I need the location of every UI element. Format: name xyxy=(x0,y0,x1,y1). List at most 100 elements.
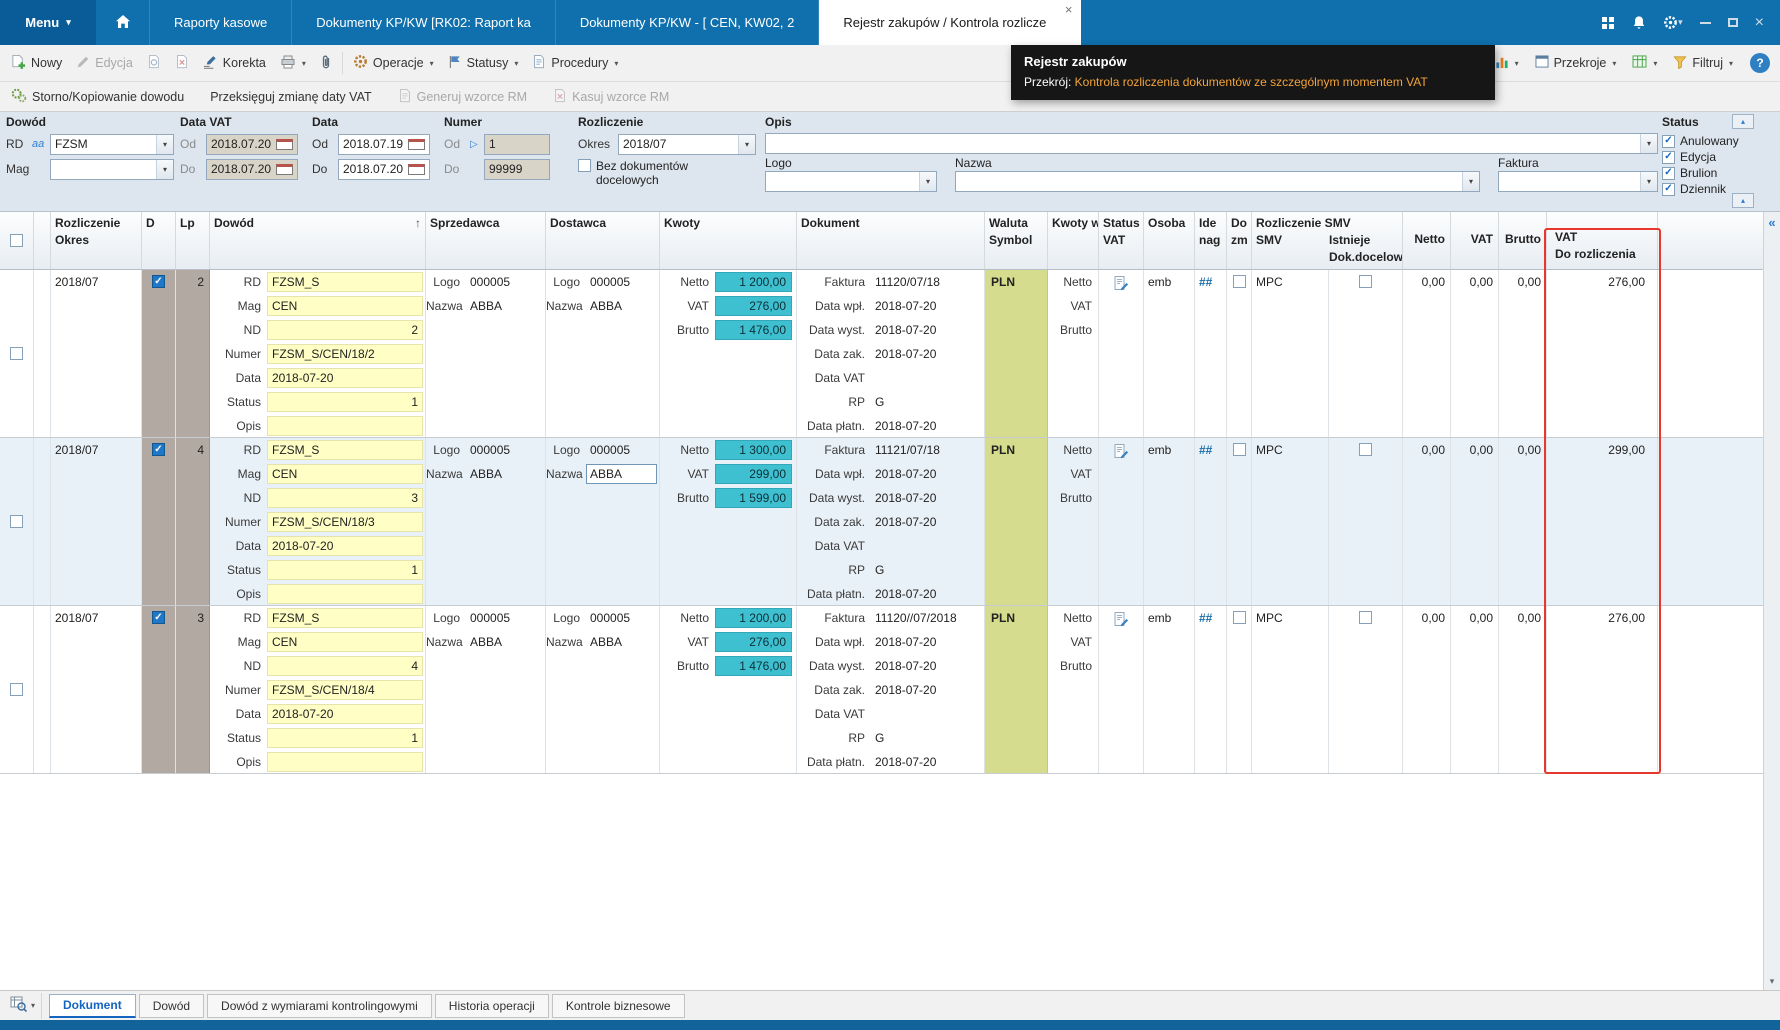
d-checkbox[interactable] xyxy=(152,611,165,624)
select-all-checkbox[interactable] xyxy=(10,234,23,247)
minimize-button[interactable] xyxy=(1699,0,1711,45)
nowy-button[interactable]: Nowy xyxy=(4,50,69,77)
statusy-button[interactable]: Statusy ▾ xyxy=(441,50,526,77)
istnieje-checkbox[interactable] xyxy=(1359,275,1372,288)
calendar-icon[interactable] xyxy=(276,138,293,150)
opis-combo[interactable]: ▾ xyxy=(765,133,1658,154)
rd-combo[interactable]: FZSM ▾ xyxy=(50,133,174,155)
mag-combo[interactable]: ▾ xyxy=(50,158,174,180)
col-osoba[interactable]: Osoba xyxy=(1144,212,1195,269)
przekroje-button[interactable]: Przekroje ▾ xyxy=(1528,50,1624,77)
anulowany-checkbox[interactable] xyxy=(1662,134,1675,148)
chevron-down-icon[interactable]: ▾ xyxy=(1640,172,1657,191)
opis-value[interactable] xyxy=(267,416,423,436)
tab-dowod-z-wymiarami[interactable]: Dowód z wymiarami kontrolingowymi xyxy=(207,993,432,1018)
bez-dokumentow-checkbox[interactable] xyxy=(578,159,591,172)
rd-value[interactable]: FZSM_S xyxy=(267,608,423,628)
edycja-button[interactable]: Edycja xyxy=(69,50,140,77)
col-status-vat[interactable]: Status VAT xyxy=(1099,212,1144,269)
numer-do-input[interactable]: 99999 xyxy=(484,158,550,180)
kasuj-wzorce-button[interactable]: Kasuj wzorce RM xyxy=(546,83,676,110)
numer-value[interactable]: FZSM_S/CEN/18/4 xyxy=(267,680,423,700)
storno-button[interactable]: Storno/Kopiowanie dowodu xyxy=(4,83,191,110)
row-select-checkbox[interactable] xyxy=(10,347,23,360)
chevron-down-icon[interactable]: ▾ xyxy=(1462,172,1479,191)
status-value[interactable]: 1 xyxy=(267,728,423,748)
attachments-button[interactable] xyxy=(313,50,339,77)
apps-grid-icon[interactable] xyxy=(1601,0,1615,45)
collapse-filter-button[interactable]: ▴ xyxy=(1732,114,1754,129)
numer-value[interactable]: FZSM_S/CEN/18/2 xyxy=(267,344,423,364)
data-vat-do-input[interactable]: 2018.07.20 xyxy=(206,158,298,180)
tab-kontrole-biznesowe[interactable]: Kontrole biznesowe xyxy=(551,993,685,1018)
rd-value[interactable]: FZSM_S xyxy=(267,272,423,292)
col-rozliczenie-smv[interactable]: Rozliczenie SMV SMV Istnieje Dok.docelow… xyxy=(1252,212,1403,269)
logo-combo[interactable]: ▾ xyxy=(765,171,937,192)
okres-combo[interactable]: 2018/07 ▾ xyxy=(618,133,756,155)
col-ide-nag[interactable]: Ide nag xyxy=(1195,212,1227,269)
table-row[interactable]: 2018/07 4 RD Mag ND Numer Data Status Op… xyxy=(0,438,1780,606)
nd-value[interactable]: 2 xyxy=(267,320,423,340)
status-vat-icon[interactable] xyxy=(1113,443,1129,462)
col-dostawca[interactable]: Dostawca xyxy=(546,212,660,269)
tab-rejestr-zakupow[interactable]: Rejestr zakupów / Kontrola rozlicze × xyxy=(819,0,1082,45)
faktura-combo[interactable]: ▾ xyxy=(1498,171,1658,192)
col-vat[interactable]: VAT xyxy=(1451,212,1499,269)
col-waluta-symbol[interactable]: Waluta Symbol xyxy=(985,212,1048,269)
gear-icon[interactable]: ▾ xyxy=(1663,0,1683,45)
mag-value[interactable]: CEN xyxy=(267,296,423,316)
row-select-checkbox[interactable] xyxy=(10,515,23,528)
istnieje-checkbox[interactable] xyxy=(1359,443,1372,456)
col-lp[interactable]: Lp xyxy=(176,212,210,269)
col-d[interactable]: D xyxy=(142,212,176,269)
tab-dokumenty-kpkw-1[interactable]: Dokumenty KP/KW [RK02: Raport ka xyxy=(292,0,556,45)
col-dowod[interactable]: Dowód ↑ xyxy=(210,212,426,269)
status-value[interactable]: 1 xyxy=(267,392,423,412)
tab-dowod[interactable]: Dowód xyxy=(138,993,205,1018)
chevron-down-icon[interactable]: ▾ xyxy=(738,134,755,154)
filtruj-button[interactable]: Filtruj ▾ xyxy=(1666,50,1740,77)
col-netto[interactable]: Netto xyxy=(1403,212,1451,269)
rd-value[interactable]: FZSM_S xyxy=(267,440,423,460)
do-zm-checkbox[interactable] xyxy=(1232,611,1246,624)
data-od-input[interactable]: 2018.07.19 xyxy=(338,133,430,155)
przeksieguj-button[interactable]: Przeksięguj zmianę daty VAT xyxy=(203,83,378,110)
preview-document-button[interactable] xyxy=(140,50,168,77)
d-checkbox[interactable] xyxy=(152,443,165,456)
opis-value[interactable] xyxy=(267,752,423,772)
col-rozliczenie-okres[interactable]: Rozliczenie Okres xyxy=(51,212,142,269)
mag-value[interactable]: CEN xyxy=(267,464,423,484)
col-smv[interactable]: SMV xyxy=(1252,232,1329,266)
bez-dokumentow-option[interactable]: Bez dokumentów docelowych xyxy=(578,159,760,187)
table-row[interactable]: 2018/07 2 RD Mag ND Numer Data Status Op… xyxy=(0,270,1780,438)
opis-value[interactable] xyxy=(267,584,423,604)
status-value[interactable]: 1 xyxy=(267,560,423,580)
menu-button[interactable]: Menu ▾ xyxy=(0,0,96,45)
chevron-down-icon[interactable]: ▾ xyxy=(919,172,936,191)
col-istnieje-dok-docelowy[interactable]: Istnieje Dok.docelowy xyxy=(1329,232,1402,266)
col-vat-do-rozliczenia[interactable]: VAT Do rozliczenia xyxy=(1547,212,1658,269)
data-value[interactable]: 2018-07-20 xyxy=(267,536,423,556)
data-value[interactable]: 2018-07-20 xyxy=(267,368,423,388)
numer-od-input[interactable]: 1 xyxy=(484,133,550,155)
col-dokument[interactable]: Dokument xyxy=(797,212,985,269)
tab-historia-operacji[interactable]: Historia operacji xyxy=(434,993,549,1018)
col-do-zm[interactable]: Do zm xyxy=(1227,212,1252,269)
istnieje-checkbox[interactable] xyxy=(1359,611,1372,624)
col-brutto[interactable]: Brutto xyxy=(1499,212,1547,269)
numer-value[interactable]: FZSM_S/CEN/18/3 xyxy=(267,512,423,532)
bell-icon[interactable] xyxy=(1632,0,1646,45)
help-button[interactable]: ? xyxy=(1750,53,1770,73)
data-value[interactable]: 2018-07-20 xyxy=(267,704,423,724)
status-vat-icon[interactable] xyxy=(1113,275,1129,294)
chevron-down-icon[interactable]: ▾ xyxy=(156,159,173,179)
view-selector-button[interactable]: ▾ xyxy=(4,992,43,1019)
delete-document-button[interactable] xyxy=(168,50,196,77)
collapse-columns-icon[interactable]: « xyxy=(1768,216,1775,229)
collapse-filter-bottom-button[interactable]: ▴ xyxy=(1732,193,1754,208)
row-select-checkbox[interactable] xyxy=(10,683,23,696)
status-vat-icon[interactable] xyxy=(1113,611,1129,630)
status-option-brulion[interactable]: Brulion xyxy=(1662,165,1762,181)
do-zm-checkbox[interactable] xyxy=(1232,275,1246,288)
nazwa-combo[interactable]: ▾ xyxy=(955,171,1480,192)
